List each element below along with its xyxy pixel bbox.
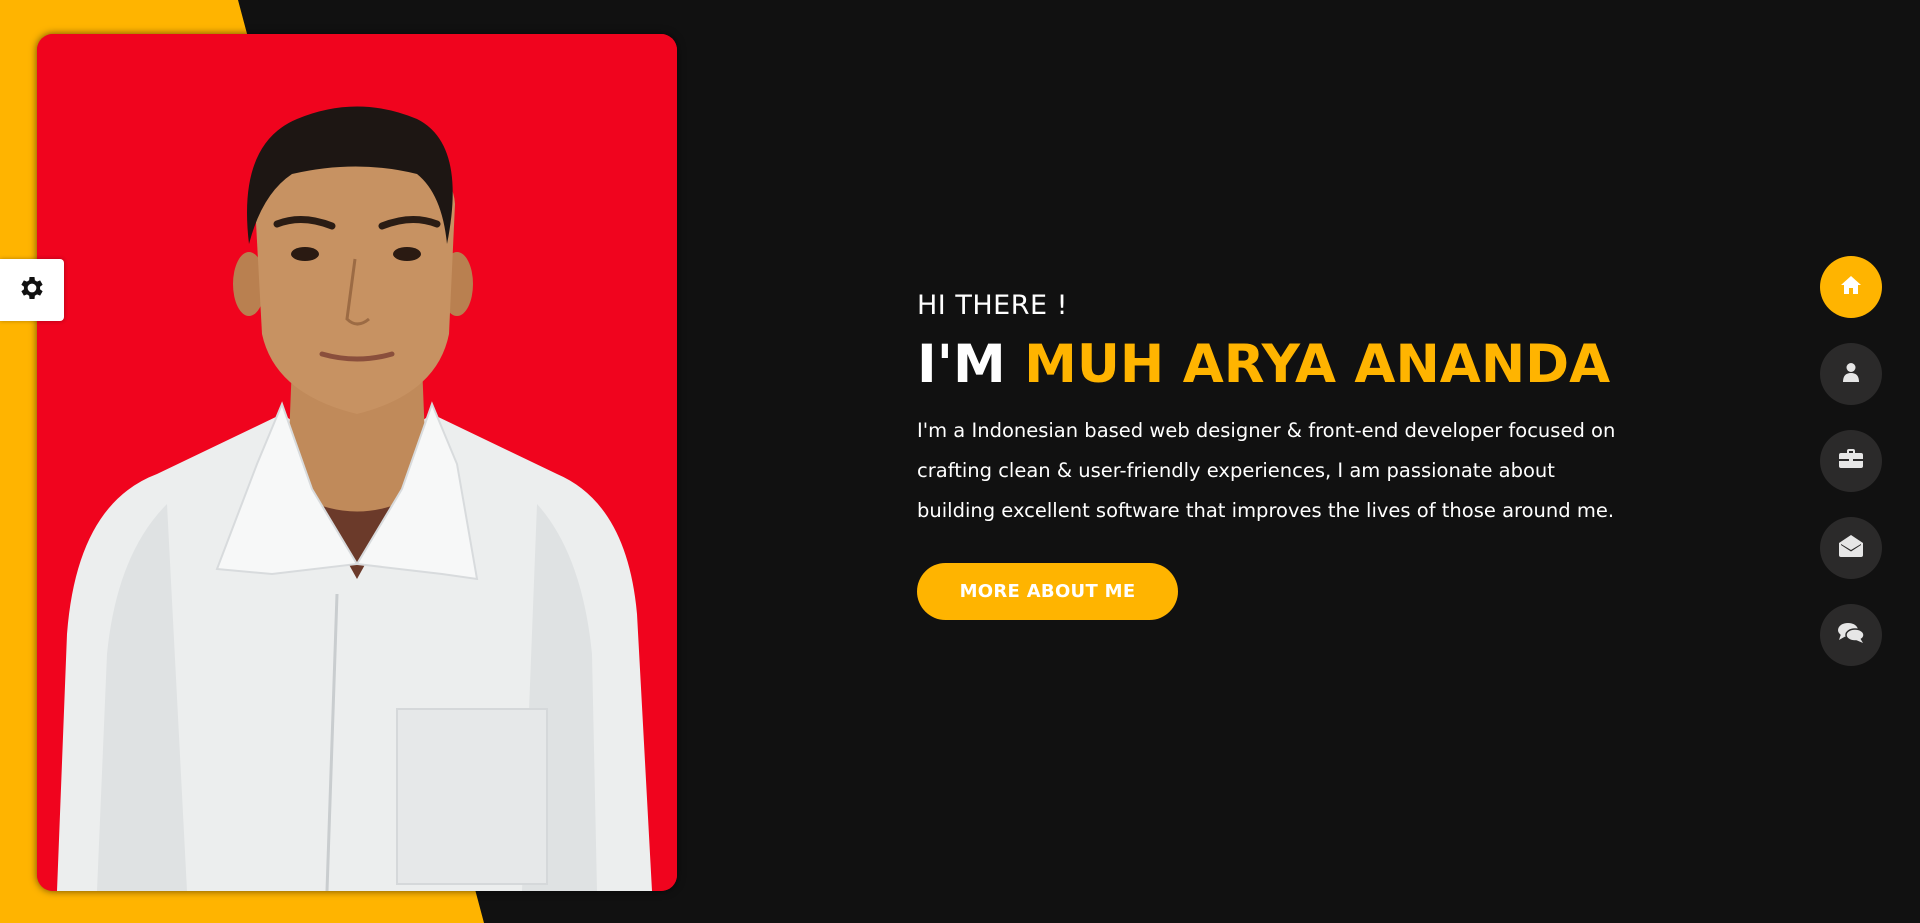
nav-blog-button[interactable] xyxy=(1820,604,1882,666)
nav-portfolio-button[interactable] xyxy=(1820,430,1882,492)
envelope-open-icon xyxy=(1839,535,1863,561)
briefcase-icon xyxy=(1839,449,1863,473)
comments-icon xyxy=(1838,622,1865,648)
settings-toggle-button[interactable] xyxy=(0,259,64,321)
profile-photo xyxy=(37,34,677,891)
nav-home-button[interactable] xyxy=(1820,256,1882,318)
headline-prefix: I'M xyxy=(917,334,1006,395)
bio-paragraph: I'm a Indonesian based web designer & fr… xyxy=(917,419,1616,522)
more-about-me-button[interactable]: MORE ABOUT ME xyxy=(917,563,1178,620)
nav-contact-button[interactable] xyxy=(1820,517,1882,579)
headline-name: MUH ARYA ANANDA xyxy=(1024,334,1611,395)
user-icon xyxy=(1842,362,1860,386)
gear-icon xyxy=(17,273,47,307)
nav-about-button[interactable] xyxy=(1820,343,1882,405)
hero-section: HI THERE ! I'M MUH ARYA ANANDA I'm a Ind… xyxy=(917,290,1637,620)
side-navigation xyxy=(1820,256,1882,666)
headline: I'M MUH ARYA ANANDA xyxy=(917,333,1637,397)
greeting-text: HI THERE ! xyxy=(917,290,1068,321)
page: HI THERE ! I'M MUH ARYA ANANDA I'm a Ind… xyxy=(0,0,1920,923)
home-icon xyxy=(1840,275,1862,299)
